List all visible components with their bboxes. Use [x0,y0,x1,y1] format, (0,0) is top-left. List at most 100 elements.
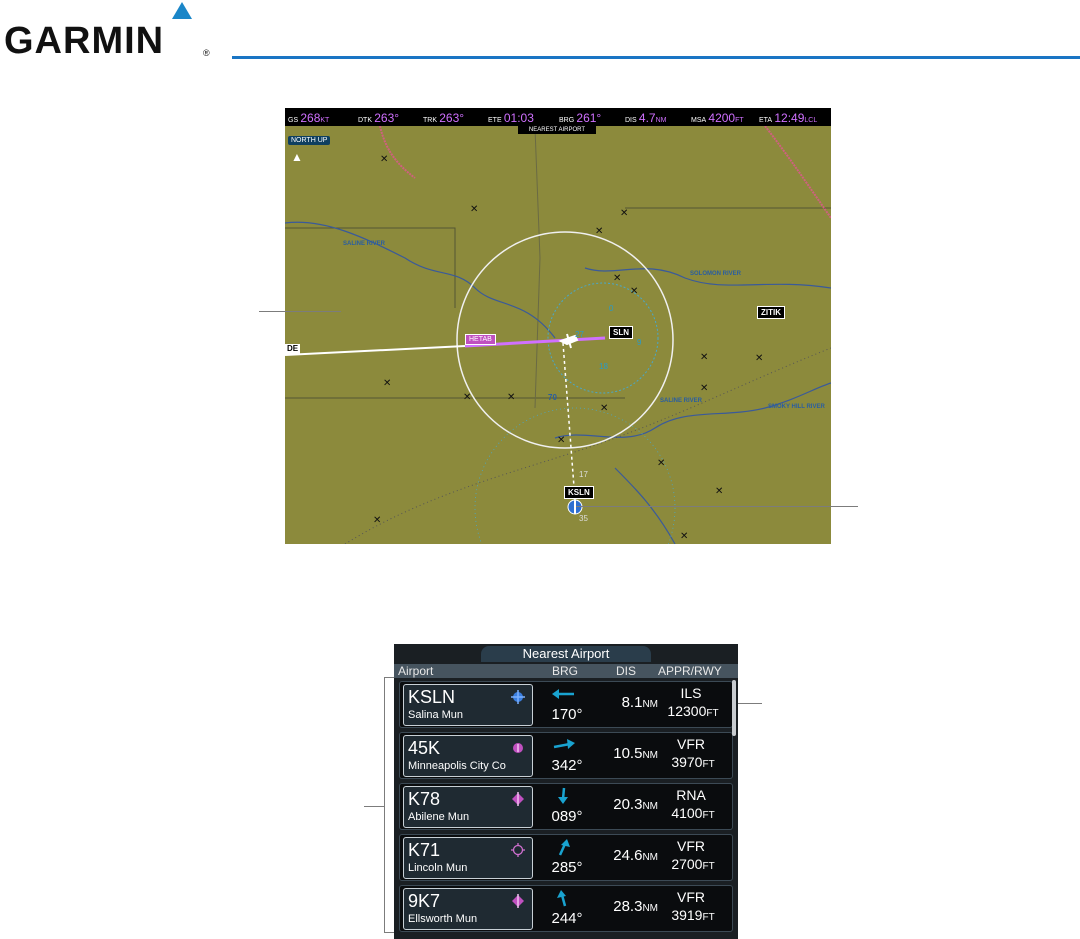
nav-field-gs: GS 268KT [288,111,330,125]
towered-airport-icon [511,690,525,704]
airport-glyph-icon: ✕ [657,458,666,469]
compass-label: 27 [575,330,584,339]
airport-glyph-icon: ✕ [600,403,609,414]
bearing-arrow-icon [553,739,575,749]
runway-label: 17 [579,470,588,479]
airport-button[interactable]: K78 Abilene Mun [403,786,533,828]
nav-field-dis: DIS 4.7NM [625,111,667,125]
airport-button[interactable]: 45K Minneapolis City Co [403,735,533,777]
airport-identifier: 9K7 [408,891,441,911]
nearest-airport-map[interactable]: ✕ ✕ ✕ ✕ ✕ ✕ ✕ ✕ ✕ ✕ ✕ ✕ ✕ ✕ ✕ ✕ ✕ ✕ GS 2… [285,108,831,544]
airport-identifier: K78 [408,789,441,809]
river-label: SALINE RIVER [343,241,386,247]
airport-glyph-icon: ✕ [373,515,382,526]
airport-identifier: KSLN [408,687,456,707]
approach-type: VFR [677,889,705,905]
airport-identifier: 45K [408,738,441,758]
table-row[interactable]: 45K Minneapolis City Co 342° 10.5NM VFR … [399,732,733,779]
table-row[interactable]: K78 Abilene Mun 089° 20.3NM RNA 4100FT [399,783,733,830]
panel-title: Nearest Airport [481,646,651,662]
garmin-logo: GARMIN [4,20,165,62]
runway-length: 3919FT [671,907,715,923]
compass-label: 18 [599,362,608,371]
river-label: SMOKY HILL RIVER [768,404,825,410]
nav-data-bar: GS 268KT DTK 263° TRK 263° ETE 01:03 BRG… [285,108,831,126]
nav-field-ete: ETE 01:03 [488,111,534,125]
table-row[interactable]: 9K7 Ellsworth Mun 244° 28.3NM VFR 3919FT [399,885,733,932]
bearing-arrow-icon [552,689,574,699]
table-header: Airport BRG DIS APPR/RWY [394,664,738,678]
callout-bracket [384,677,385,933]
airport-glyph-icon: ✕ [595,226,604,237]
approach-type: RNA [676,787,706,803]
header-rule [232,56,1080,59]
col-header-appr-rwy: APPR/RWY [658,664,722,678]
scrollbar[interactable] [732,680,736,736]
approach-type: VFR [677,736,705,752]
map-orientation-label[interactable]: NORTH UP [288,136,331,145]
distance-value: 8.1NM [621,694,658,711]
non-towered-airport-icon [512,792,524,806]
non-towered-airport-icon [512,894,524,908]
airport-button[interactable]: KSLN Salina Mun [403,684,533,726]
river-label: SOLOMON RIVER [690,271,742,277]
non-towered-airport-icon [513,743,523,753]
airport-glyph-icon: ✕ [700,352,709,363]
nav-field-brg: BRG 261° [559,111,602,125]
runway-label: 35 [579,514,588,523]
callout-line [736,703,762,704]
airport-glyph-icon: ✕ [383,378,392,389]
airport-glyph-icon: ✕ [680,531,689,542]
distance-value: 24.6NM [613,847,658,864]
runway-length: 3970FT [671,754,715,770]
airport-glyph-icon: ✕ [700,383,709,394]
table-row[interactable]: K71 Lincoln Mun 285° 24.6NM VFR 2700FT [399,834,733,881]
distance-value: 10.5NM [613,745,658,762]
airport-button[interactable]: K71 Lincoln Mun [403,837,533,879]
col-header-airport: Airport [398,664,434,678]
col-header-dis: DIS [616,664,637,678]
callout-line [364,806,384,807]
waypoint-de[interactable]: DE [285,344,301,354]
page-title: NEAREST AIRPORT [518,126,596,134]
col-header-brg: BRG [552,664,579,678]
approach-type: VFR [677,838,705,854]
nav-field-eta: ETA 12:49LCL [759,111,818,125]
airport-glyph-icon: ✕ [715,486,724,497]
airport-glyph-icon: ✕ [620,208,629,219]
airport-glyph-icon: ✕ [557,435,566,446]
garmin-logo-triangle-icon [172,2,192,19]
airport-name: Minneapolis City Co [408,760,506,772]
route-marker: 70 [548,393,557,402]
nav-field-msa: MSA 4200FT [691,111,744,125]
airport-name: Salina Mun [408,709,464,721]
airport-name: Abilene Mun [408,811,470,823]
map-graphics [285,125,831,544]
waypoint-sln[interactable]: SLN [609,326,633,339]
table-row[interactable]: KSLN Salina Mun 170° 8.1NM ILS 12300FT [399,681,733,728]
bearing-value: 244° [551,910,583,927]
bearing-value: 170° [551,706,583,723]
nav-field-trk: TRK 263° [423,111,465,125]
nav-field-dtk: DTK 263° [358,111,400,125]
north-arrow-icon: ▲ [291,150,303,164]
bearing-value: 089° [551,808,583,825]
waypoint-hetab[interactable]: HETAB [465,334,496,345]
airport-name: Ellsworth Mun [408,913,478,925]
waypoint-ksln[interactable]: KSLN [564,486,594,499]
airport-identifier: K71 [408,840,441,860]
bearing-value: 285° [551,859,583,876]
airport-button[interactable]: 9K7 Ellsworth Mun [403,888,533,930]
airport-glyph-icon: ✕ [613,273,622,284]
waypoint-zitik[interactable]: ZITIK [757,306,785,319]
bearing-value: 342° [551,757,583,774]
runway-length: 12300FT [667,703,719,719]
distance-value: 28.3NM [613,898,658,915]
callout-line [576,506,858,507]
bearing-arrow-icon [558,839,570,856]
runway-length: 4100FT [671,805,715,821]
callout-line [259,311,341,312]
approach-type: ILS [680,685,702,701]
compass-label: 0 [609,304,614,313]
runway-length: 2700FT [671,856,715,872]
